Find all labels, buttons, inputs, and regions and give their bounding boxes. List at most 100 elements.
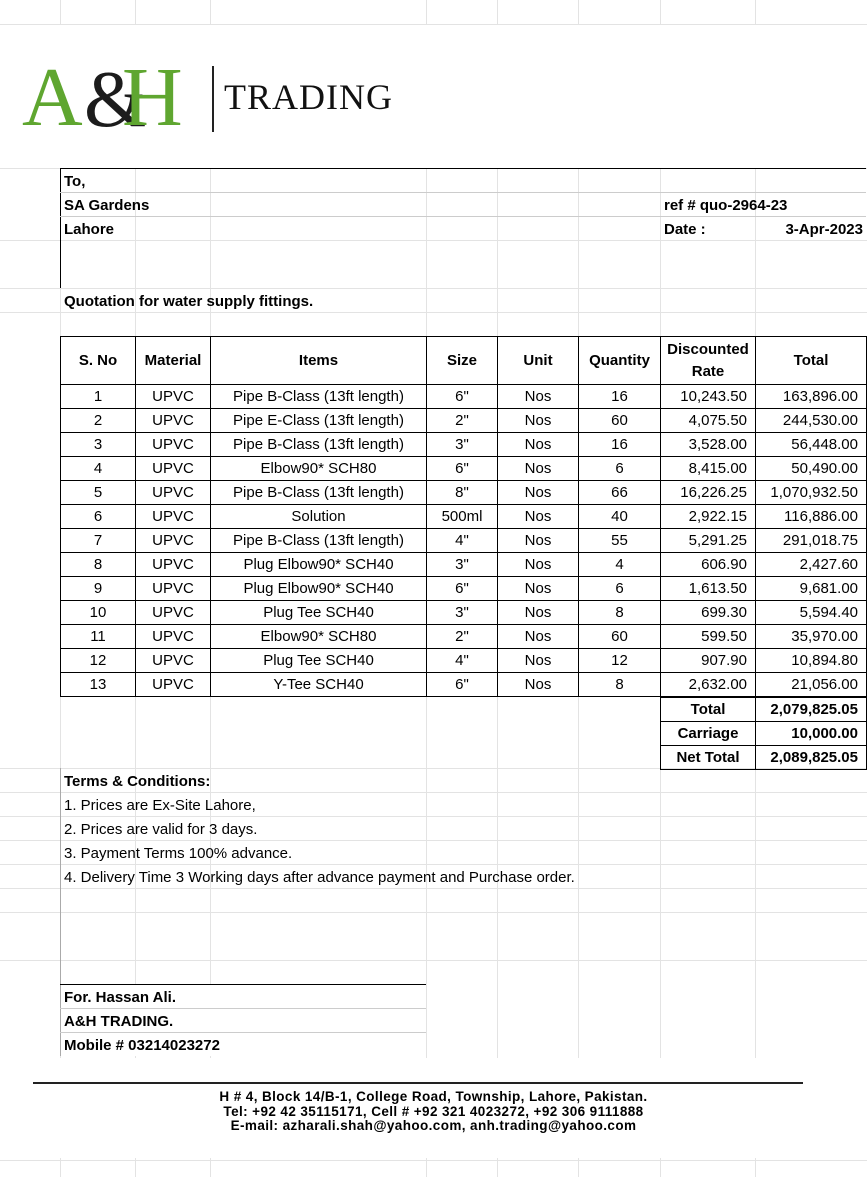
cell-total: 9,681.00 [755,576,867,601]
cell-item: Pipe E-Class (13ft length) [210,408,427,433]
cell-unit: Nos [497,672,579,697]
cell-unit: Nos [497,576,579,601]
cell-unit: Nos [497,480,579,505]
cell-rate: 8,415.00 [660,456,756,481]
cell-quantity: 4 [578,552,661,577]
cell-item: Pipe B-Class (13ft length) [210,528,427,553]
table-row: 11 UPVC Elbow90* SCH80 2" Nos 60 599.50 35,970.… [60,624,867,649]
total-value: 2,079,825.05 [755,697,867,722]
term-item: 1. Prices are Ex-Site Lahore, [64,797,256,814]
cell-quantity: 16 [578,432,661,457]
cell-quantity: 40 [578,504,661,529]
cell-total: 163,896.00 [755,384,867,409]
items-table: S. No Material Items Size Unit Quantity … [60,336,867,697]
cell-sno: 9 [60,576,136,601]
cell-size: 3" [426,600,498,625]
cell-unit: Nos [497,384,579,409]
recipient-name: SA Gardens [64,197,150,214]
cell-quantity: 8 [578,600,661,625]
footer-email: E-mail: azharali.shah@yahoo.com, anh.tra… [230,1118,637,1133]
header-items: Items [210,336,427,385]
cell-unit: Nos [497,552,579,577]
carriage-row: Carriage 10,000.00 [660,721,867,746]
table-row: 3 UPVC Pipe B-Class (13ft length) 3" Nos 16 3,… [60,432,867,457]
cell-total: 5,594.40 [755,600,867,625]
total-label: Total [660,697,756,722]
cell-material: UPVC [135,552,211,577]
cell-quantity: 60 [578,408,661,433]
cell-total: 35,970.00 [755,624,867,649]
cell-unit: Nos [497,528,579,553]
table-row: 9 UPVC Plug Elbow90* SCH40 6" Nos 6 1,613.50 9,… [60,576,867,601]
net-total-value: 2,089,825.05 [755,745,867,770]
table-row: 12 UPVC Plug Tee SCH40 4" Nos 12 907.90 10,894.… [60,648,867,673]
cell-material: UPVC [135,528,211,553]
net-total-row: Net Total 2,089,825.05 [660,745,867,770]
total-row: Total 2,079,825.05 [660,697,867,722]
cell-sno: 7 [60,528,136,553]
cell-material: UPVC [135,456,211,481]
cell-total: 244,530.00 [755,408,867,433]
footer-phones: Tel: +92 42 35115171, Cell # +92 321 402… [223,1104,644,1119]
cell-rate: 907.90 [660,648,756,673]
header-total: Total [755,336,867,385]
cell-size: 6" [426,672,498,697]
table-row: 7 UPVC Pipe B-Class (13ft length) 4" Nos 55 5,… [60,528,867,553]
header-discounted-rate: Discounted Rate [660,336,756,385]
header-sno: S. No [60,336,136,385]
cell-item: Plug Elbow90* SCH40 [210,576,427,601]
cell-rate: 3,528.00 [660,432,756,457]
cell-size: 2" [426,408,498,433]
cell-size: 6" [426,456,498,481]
carriage-value: 10,000.00 [755,721,867,746]
quote-reference: ref # quo-2964-23 [664,197,788,214]
cell-unit: Nos [497,456,579,481]
cell-material: UPVC [135,408,211,433]
cell-item: Y-Tee SCH40 [210,672,427,697]
cell-unit: Nos [497,504,579,529]
recipient-city: Lahore [64,221,115,238]
cell-total: 291,018.75 [755,528,867,553]
cell-total: 1,070,932.50 [755,480,867,505]
table-row: 5 UPVC Pipe B-Class (13ft length) 8" Nos 66 16… [60,480,867,505]
header-material: Material [135,336,211,385]
signature-mobile: Mobile # 03214023272 [64,1037,220,1054]
cell-quantity: 66 [578,480,661,505]
totals-table: Total 2,079,825.05 Carriage 10,000.00 Ne… [660,697,867,770]
cell-sno: 2 [60,408,136,433]
table-header-row: S. No Material Items Size Unit Quantity … [60,336,867,385]
cell-rate: 10,243.50 [660,384,756,409]
cell-quantity: 16 [578,384,661,409]
cell-material: UPVC [135,624,211,649]
term-item: 2. Prices are valid for 3 days. [64,821,258,838]
cell-material: UPVC [135,576,211,601]
cell-sno: 11 [60,624,136,649]
cell-unit: Nos [497,648,579,673]
cell-quantity: 8 [578,672,661,697]
cell-rate: 1,613.50 [660,576,756,601]
cell-total: 10,894.80 [755,648,867,673]
cell-rate: 599.50 [660,624,756,649]
cell-size: 4" [426,648,498,673]
header-unit: Unit [497,336,579,385]
table-row: 2 UPVC Pipe E-Class (13ft length) 2" Nos 60 4,… [60,408,867,433]
table-row: 6 UPVC Solution 500ml Nos 40 2,922.15 116,886.0… [60,504,867,529]
cell-sno: 5 [60,480,136,505]
cell-unit: Nos [497,432,579,457]
cell-size: 2" [426,624,498,649]
term-item: 3. Payment Terms 100% advance. [64,845,293,862]
cell-item: Plug Elbow90* SCH40 [210,552,427,577]
date-label: Date : [664,221,706,238]
date-value: 3-Apr-2023 [785,221,863,238]
logo-mark: A & H [22,51,183,144]
cell-sno: 8 [60,552,136,577]
footer-rule [33,1082,803,1084]
cell-sno: 3 [60,432,136,457]
cell-material: UPVC [135,384,211,409]
cell-rate: 606.90 [660,552,756,577]
cell-total: 21,056.00 [755,672,867,697]
cell-total: 56,448.00 [755,432,867,457]
company-logo: A & H [22,51,197,144]
cell-item: Plug Tee SCH40 [210,600,427,625]
cell-size: 8" [426,480,498,505]
